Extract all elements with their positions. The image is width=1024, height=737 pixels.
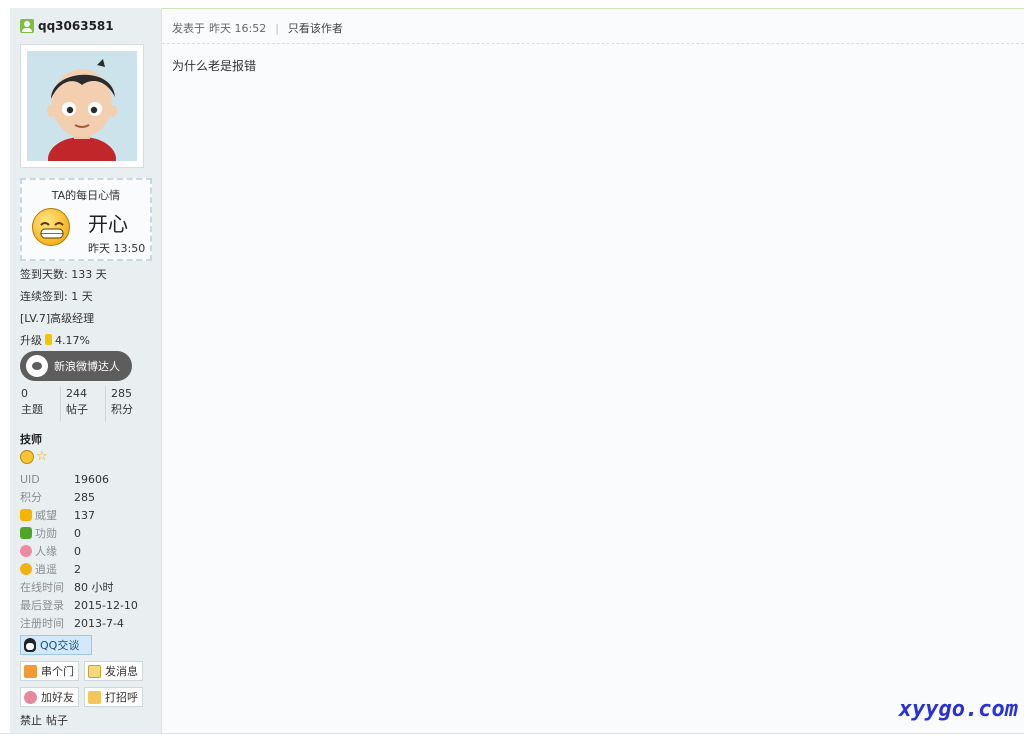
qq-penguin-icon xyxy=(24,638,36,652)
ban-link[interactable]: 禁止 xyxy=(20,714,42,727)
post-time: 昨天 16:52 xyxy=(209,22,267,35)
prop-credits: 积分 285 xyxy=(20,489,160,507)
add-friend-icon xyxy=(24,690,37,704)
divider xyxy=(0,733,1024,737)
stat-label: 主题 xyxy=(21,403,43,416)
mood-title: TA的每日心情 xyxy=(51,189,121,202)
sprout-icon xyxy=(20,527,32,539)
prop-uid: UID 19606 xyxy=(20,471,160,489)
weibo-badge-label: 新浪微博达人 xyxy=(54,360,120,373)
watermark-logo: xyygo.com xyxy=(898,697,1018,722)
prop-key: 在线时间 xyxy=(20,581,64,594)
crown-icon xyxy=(20,509,32,521)
prop-key: 人缘 xyxy=(35,545,57,558)
prop-prestige: 威望 137 xyxy=(20,507,160,525)
upgrade-percent: 4.17% xyxy=(55,334,90,347)
weibo-badge[interactable]: 新浪微博达人 xyxy=(20,351,132,381)
prop-value: 2 xyxy=(74,563,81,576)
progress-bar-icon xyxy=(45,334,52,345)
post-content-area: 发表于 昨天 16:52 | 只看该作者 为什么老是报错 xyxy=(162,8,1024,734)
avatar-frame[interactable] xyxy=(20,44,144,168)
star-rank-icon: ☆ xyxy=(36,449,48,464)
add-friend-label: 加好友 xyxy=(41,691,74,704)
post-meta-prefix: 发表于 xyxy=(172,22,205,35)
ban-posts-link[interactable]: 帖子 xyxy=(46,714,68,727)
prop-value: 0 xyxy=(74,527,81,540)
avatar[interactable] xyxy=(27,51,137,161)
prop-merit: 功勋 0 xyxy=(20,525,160,543)
user-level[interactable]: [LV.7]高级经理 xyxy=(20,310,94,326)
coin-icon xyxy=(20,563,32,575)
prop-value: 2015-12-10 xyxy=(74,599,138,612)
prop-key: 积分 xyxy=(20,491,42,504)
prop-value: 0 xyxy=(74,545,81,558)
stat-value: 285 xyxy=(111,387,132,400)
stat-value: 0 xyxy=(21,387,28,400)
avatar-illustration xyxy=(27,51,137,161)
prop-popularity: 人缘 0 xyxy=(20,543,160,561)
prop-value: 2013-7-4 xyxy=(74,617,124,630)
prop-key: 威望 xyxy=(35,509,57,522)
only-author-link[interactable]: 只看该作者 xyxy=(288,20,343,36)
stat-label: 积分 xyxy=(111,403,133,416)
grin-emoji-icon xyxy=(32,208,70,246)
checkin-streak: 连续签到: 1 天 xyxy=(20,290,93,303)
rank-stars: ☆ xyxy=(20,450,50,464)
username[interactable]: qq3063581 xyxy=(20,19,114,33)
send-message-button[interactable]: 发消息 xyxy=(84,661,143,681)
greet-label: 打招呼 xyxy=(105,691,138,704)
qq-chat-button[interactable]: QQ交谈 xyxy=(20,635,92,655)
prop-value: 80 小时 xyxy=(74,581,114,594)
meta-separator: | xyxy=(275,21,279,35)
daily-mood-card: TA的每日心情 开心 昨天 13:50 xyxy=(20,178,152,261)
greet-icon xyxy=(88,690,101,704)
rank-title: 技师 xyxy=(20,433,42,446)
greet-button[interactable]: 打招呼 xyxy=(84,687,143,707)
mood-value: 开心 xyxy=(88,212,128,236)
ban-links: 禁止 帖子 xyxy=(20,712,68,728)
prop-key: 注册时间 xyxy=(20,617,64,630)
house-icon xyxy=(24,664,37,678)
stat-value: 244 xyxy=(66,387,87,400)
upgrade-label: 升级 xyxy=(20,334,42,347)
prop-leisure: 逍遥 2 xyxy=(20,561,160,579)
stat-label: 帖子 xyxy=(66,403,88,416)
prop-value: 137 xyxy=(74,509,95,522)
stat-threads[interactable]: 0 主题 xyxy=(20,386,60,422)
sun-rank-icon xyxy=(20,450,34,464)
stat-credits[interactable]: 285 积分 xyxy=(105,386,150,422)
stat-posts[interactable]: 244 帖子 xyxy=(60,386,105,422)
prop-register-time: 注册时间 2013-7-4 xyxy=(20,615,160,633)
user-icon xyxy=(20,19,34,33)
add-friend-button[interactable]: 加好友 xyxy=(20,687,79,707)
prop-key: 功勋 xyxy=(35,527,57,540)
author-sidebar: qq3063581 TA的每日心情 开心 昨天 13:50 签到天数: 133 … xyxy=(10,8,162,733)
message-icon xyxy=(88,664,101,678)
qq-chat-label: QQ交谈 xyxy=(40,639,80,652)
heart-icon xyxy=(20,545,32,557)
post-body: 为什么老是报错 xyxy=(172,59,257,73)
prop-key: 逍遥 xyxy=(35,563,57,576)
username-text[interactable]: qq3063581 xyxy=(38,19,114,33)
weibo-icon xyxy=(26,355,48,377)
checkin-days: 签到天数: 133 天 xyxy=(20,268,107,281)
prop-key: 最后登录 xyxy=(20,599,64,612)
prop-value[interactable]: 19606 xyxy=(74,471,109,489)
prop-key: UID xyxy=(20,473,40,486)
upgrade-progress: 升级 4.17% xyxy=(20,332,90,348)
user-stats: 0 主题 244 帖子 285 积分 xyxy=(20,386,150,422)
message-label: 发消息 xyxy=(105,665,138,678)
prop-last-login: 最后登录 2015-12-10 xyxy=(20,597,160,615)
visit-label: 串个门 xyxy=(41,665,74,678)
visit-button[interactable]: 串个门 xyxy=(20,661,79,681)
mood-time: 昨天 13:50 xyxy=(88,242,146,255)
prop-online-time: 在线时间 80 小时 xyxy=(20,579,160,597)
divider xyxy=(162,43,1024,44)
post-meta: 发表于 昨天 16:52 | 只看该作者 xyxy=(172,20,343,36)
prop-value: 285 xyxy=(74,491,95,504)
